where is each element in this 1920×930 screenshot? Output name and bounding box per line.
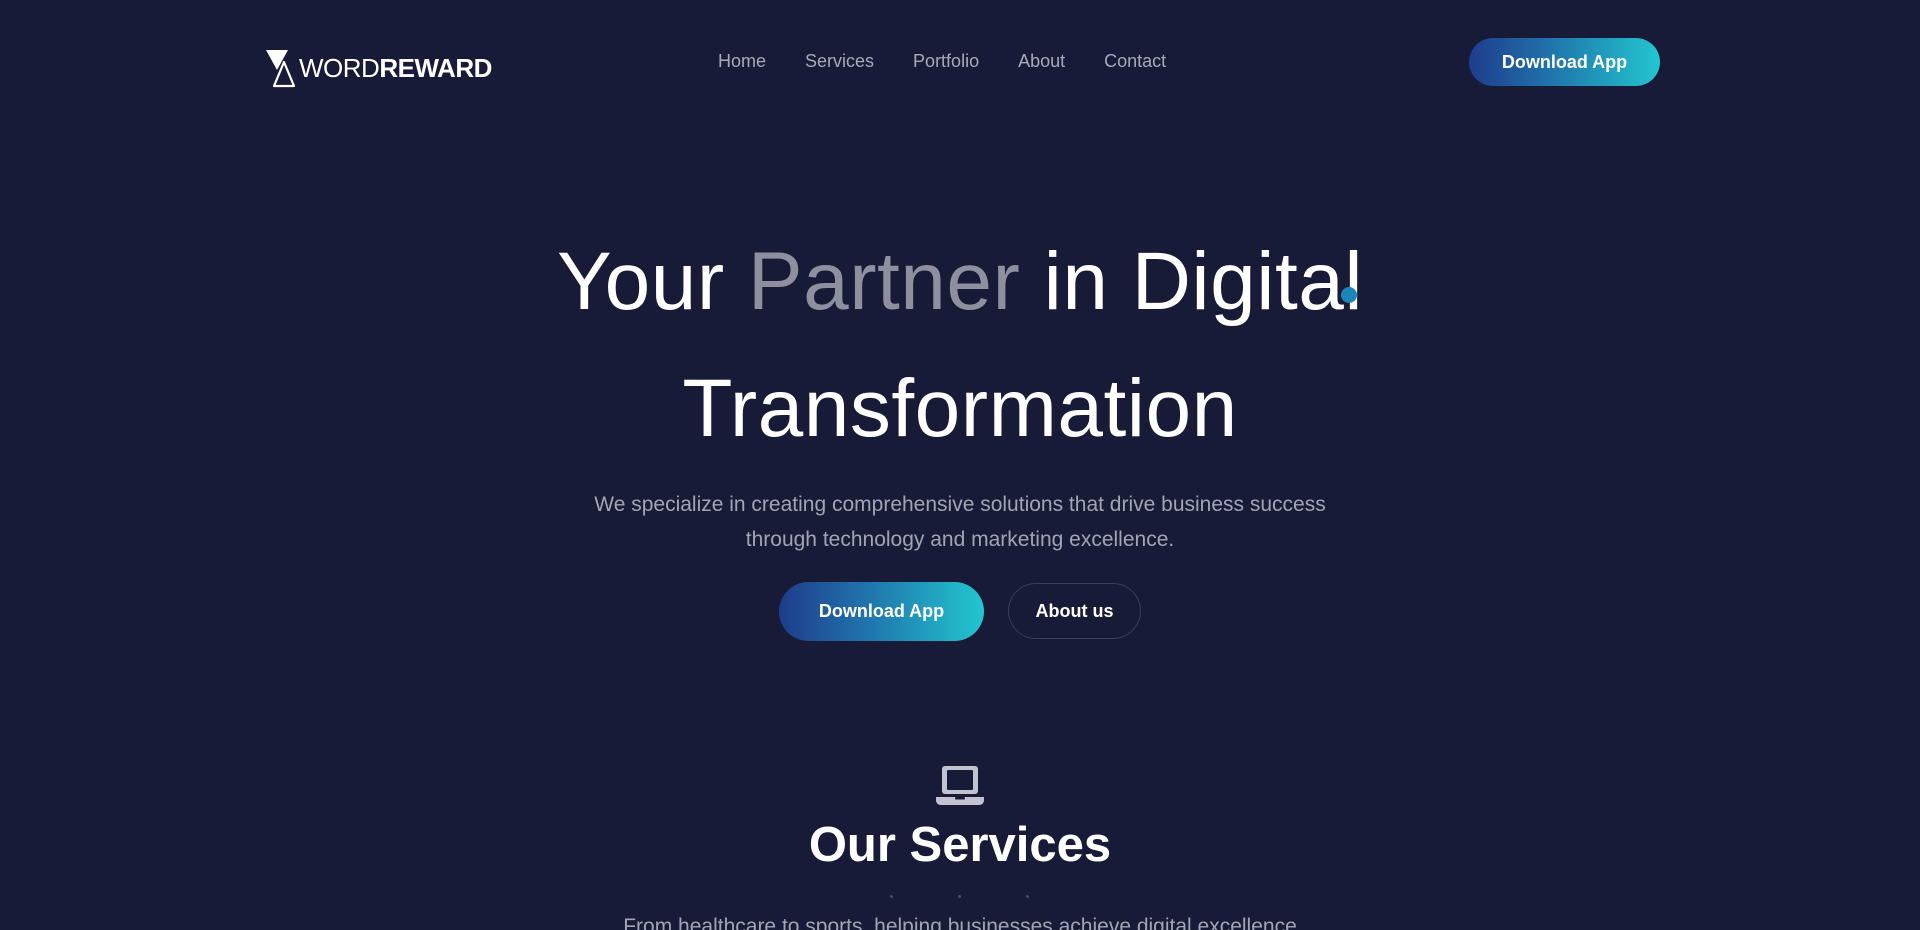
nav-home[interactable]: Home <box>718 49 766 73</box>
main-nav: Home Services Portfolio About Contact <box>718 49 1166 73</box>
logo-wordmark: WORDREWARD <box>299 55 492 81</box>
services-subtitle: From healthcare to sports, helping busin… <box>623 915 1297 930</box>
divider-dot <box>958 895 961 898</box>
nav-portfolio[interactable]: Portfolio <box>913 49 979 73</box>
nav-contact[interactable]: Contact <box>1104 49 1166 73</box>
hero-title-highlight: Partner <box>747 236 1021 327</box>
hero-title: Your Partner in Digital Transformation <box>0 218 1920 472</box>
site-header: WORDREWARD Home Services Portfolio About… <box>0 0 1920 124</box>
brand-logo[interactable]: WORDREWARD <box>265 48 492 88</box>
logo-word: WORD <box>299 53 380 83</box>
hero-about-us-button[interactable]: About us <box>1008 583 1141 639</box>
logo-triangle-icon <box>266 50 296 88</box>
page: WORDREWARD Home Services Portfolio About… <box>0 0 1920 930</box>
logo-reward: REWARD <box>379 53 492 83</box>
services-title: Our Services <box>808 818 1112 872</box>
hero-title-line-1: Your Partner in Digital <box>0 218 1920 345</box>
cursor-dot <box>1341 287 1357 303</box>
laptop-icon <box>936 766 984 805</box>
header-download-app-button[interactable]: Download App <box>1469 38 1660 86</box>
section-divider-dots <box>890 895 1030 899</box>
hero-title-part-2: in Digital <box>1020 236 1364 327</box>
nav-about[interactable]: About <box>1018 49 1065 73</box>
divider-dot <box>1026 895 1029 898</box>
hero-title-part-1: Your <box>556 236 748 327</box>
hero-subtitle: We specialize in creating comprehensive … <box>594 493 1326 551</box>
divider-dot <box>890 895 893 898</box>
hero-title-line-2: Transformation <box>682 363 1238 454</box>
hero-download-app-button[interactable]: Download App <box>779 582 984 641</box>
nav-services[interactable]: Services <box>805 49 874 73</box>
